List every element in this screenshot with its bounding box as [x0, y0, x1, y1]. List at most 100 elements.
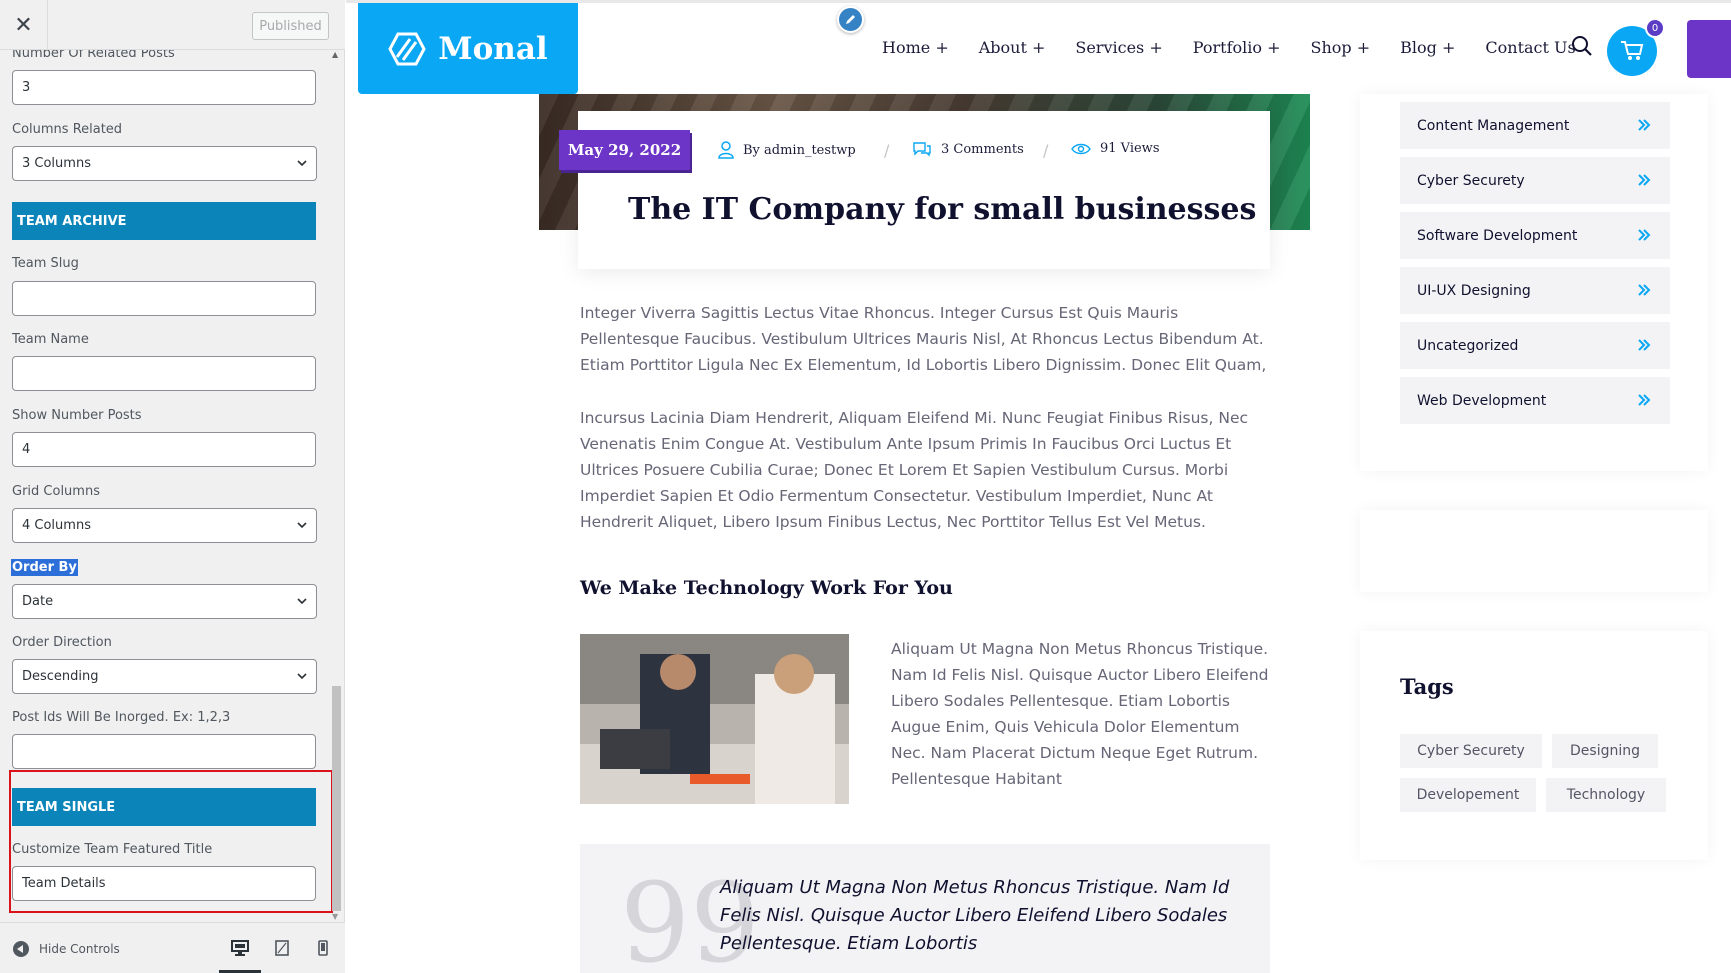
tag-link[interactable]: Cyber Securety [1400, 734, 1542, 768]
desktop-icon [231, 940, 249, 956]
grid-columns-value: 4 Columns [22, 518, 91, 533]
category-label: Uncategorized [1417, 337, 1519, 354]
search-icon[interactable] [1571, 35, 1593, 57]
mobile-preview-button[interactable] [312, 937, 334, 959]
team-archive-heading: TEAM ARCHIVE [12, 202, 316, 240]
category-item[interactable]: Cyber Securety [1400, 157, 1670, 204]
double-chevron-right-icon [1638, 339, 1651, 351]
published-button[interactable]: Published [252, 12, 329, 40]
team-slug-input[interactable] [12, 281, 316, 316]
order-by-select[interactable]: Date [12, 584, 317, 619]
double-chevron-right-icon [1638, 174, 1651, 186]
close-icon: ✕ [14, 12, 33, 38]
related-posts-input[interactable]: 3 [12, 70, 316, 105]
eye-icon [1071, 143, 1091, 154]
user-icon [718, 141, 734, 159]
order-direction-label: Order Direction [12, 635, 112, 650]
tags-title: Tags [1400, 674, 1454, 699]
hide-controls-button[interactable]: Hide Controls [13, 941, 120, 957]
cart-count-badge: 0 [1645, 18, 1665, 38]
scrollbar-thumb[interactable] [332, 686, 341, 911]
tag-link[interactable]: Developement [1400, 778, 1536, 812]
post-comments[interactable]: 3 Comments [912, 141, 1024, 157]
blockquote: 99 Aliquam Ut Magna Non Metus Rhoncus Tr… [580, 844, 1270, 973]
customizer-footer: Hide Controls [0, 922, 345, 973]
post-ids-input[interactable] [12, 734, 316, 769]
collapse-arrow-icon [13, 941, 29, 957]
nav-item-services[interactable]: Services + [1075, 38, 1162, 57]
post-paragraph-2: Incursus Lacinia Diam Hendrerit, Aliquam… [580, 409, 1249, 531]
double-chevron-right-icon [1638, 119, 1651, 131]
order-by-label: Order By [11, 559, 78, 576]
hide-controls-label: Hide Controls [39, 942, 120, 956]
category-label: Content Management [1417, 117, 1570, 134]
post-comments-text: 3 Comments [941, 141, 1024, 157]
nav-item-blog[interactable]: Blog + [1400, 38, 1455, 57]
side-paragraph: Aliquam Ut Magna Non Metus Rhoncus Trist… [891, 640, 1269, 788]
cart-icon [1621, 41, 1644, 60]
nav-item-contact[interactable]: Contact Us [1485, 38, 1575, 57]
team-name-label: Team Name [12, 332, 89, 347]
team-slug-label: Team Slug [12, 256, 79, 271]
grid-columns-label: Grid Columns [12, 484, 100, 499]
sidebar-widget [1360, 510, 1708, 592]
scroll-down-arrow[interactable]: ▼ [332, 912, 338, 921]
tablet-preview-button[interactable] [271, 937, 293, 959]
team-name-input[interactable] [12, 356, 316, 391]
category-label: Web Development [1417, 392, 1547, 409]
close-customizer-button[interactable]: ✕ [0, 0, 48, 50]
scroll-up-arrow[interactable]: ▲ [332, 50, 338, 59]
columns-related-value: 3 Columns [22, 156, 91, 171]
post-ids-label: Post Ids Will Be Inorged. Ex: 1,2,3 [12, 710, 231, 725]
show-number-posts-label: Show Number Posts [12, 408, 142, 423]
chevron-down-icon [297, 160, 307, 167]
post-date-badge[interactable]: May 29, 2022 [559, 130, 690, 170]
post-author[interactable]: By admin_testwp [718, 141, 856, 159]
highlight-box [9, 770, 333, 913]
meta-divider: / [1043, 141, 1049, 160]
office-photo [580, 634, 849, 804]
category-item[interactable]: Content Management [1400, 102, 1670, 149]
order-direction-select[interactable]: Descending [12, 659, 317, 694]
pencil-icon [846, 15, 855, 24]
post-title: The IT Company for small businesses [628, 192, 1257, 227]
columns-related-select[interactable]: 3 Columns [12, 146, 317, 181]
main-nav: Home + About + Services + Portfolio + Sh… [882, 38, 1576, 57]
nav-item-home[interactable]: Home + [882, 38, 949, 57]
chevron-down-icon [297, 522, 307, 529]
show-number-posts-input[interactable]: 4 [12, 432, 316, 467]
tag-link[interactable]: Designing [1552, 734, 1658, 768]
site-logo[interactable]: Monal [358, 3, 578, 94]
mobile-icon [318, 940, 328, 956]
grid-columns-select[interactable]: 4 Columns [12, 508, 317, 543]
double-chevron-right-icon [1638, 394, 1651, 406]
category-label: Cyber Securety [1417, 172, 1525, 189]
brand-name: Monal [438, 30, 548, 67]
nav-item-about[interactable]: About + [979, 38, 1046, 57]
category-item[interactable]: Uncategorized [1400, 322, 1670, 369]
post-subheading: We Make Technology Work For You [580, 577, 953, 599]
related-posts-label: Number Of Related Posts [12, 50, 175, 61]
post-author-text: By admin_testwp [743, 142, 856, 158]
comments-icon [913, 142, 931, 157]
header-cta-button[interactable] [1687, 20, 1731, 78]
site-preview: Monal Home + About + Services + Portfoli… [346, 0, 1731, 973]
quote-text: Aliquam Ut Magna Non Metus Rhoncus Trist… [720, 877, 1230, 954]
desktop-preview-button[interactable] [229, 937, 251, 959]
edit-shortcut-button[interactable] [837, 6, 864, 33]
category-item[interactable]: UI-UX Designing [1400, 267, 1670, 314]
order-by-value: Date [22, 594, 54, 609]
meta-divider: / [884, 141, 890, 160]
tag-link[interactable]: Technology [1546, 778, 1666, 812]
double-chevron-right-icon [1638, 229, 1651, 241]
nav-item-portfolio[interactable]: Portfolio + [1193, 38, 1281, 57]
tablet-icon [275, 940, 289, 956]
category-label: UI-UX Designing [1417, 282, 1531, 299]
category-item[interactable]: Software Development [1400, 212, 1670, 259]
order-direction-value: Descending [22, 669, 99, 684]
category-item[interactable]: Web Development [1400, 377, 1670, 424]
chevron-down-icon [297, 673, 307, 680]
customizer-header: ✕ Published [0, 0, 345, 50]
columns-related-label: Columns Related [12, 122, 123, 137]
nav-item-shop[interactable]: Shop + [1311, 38, 1371, 57]
